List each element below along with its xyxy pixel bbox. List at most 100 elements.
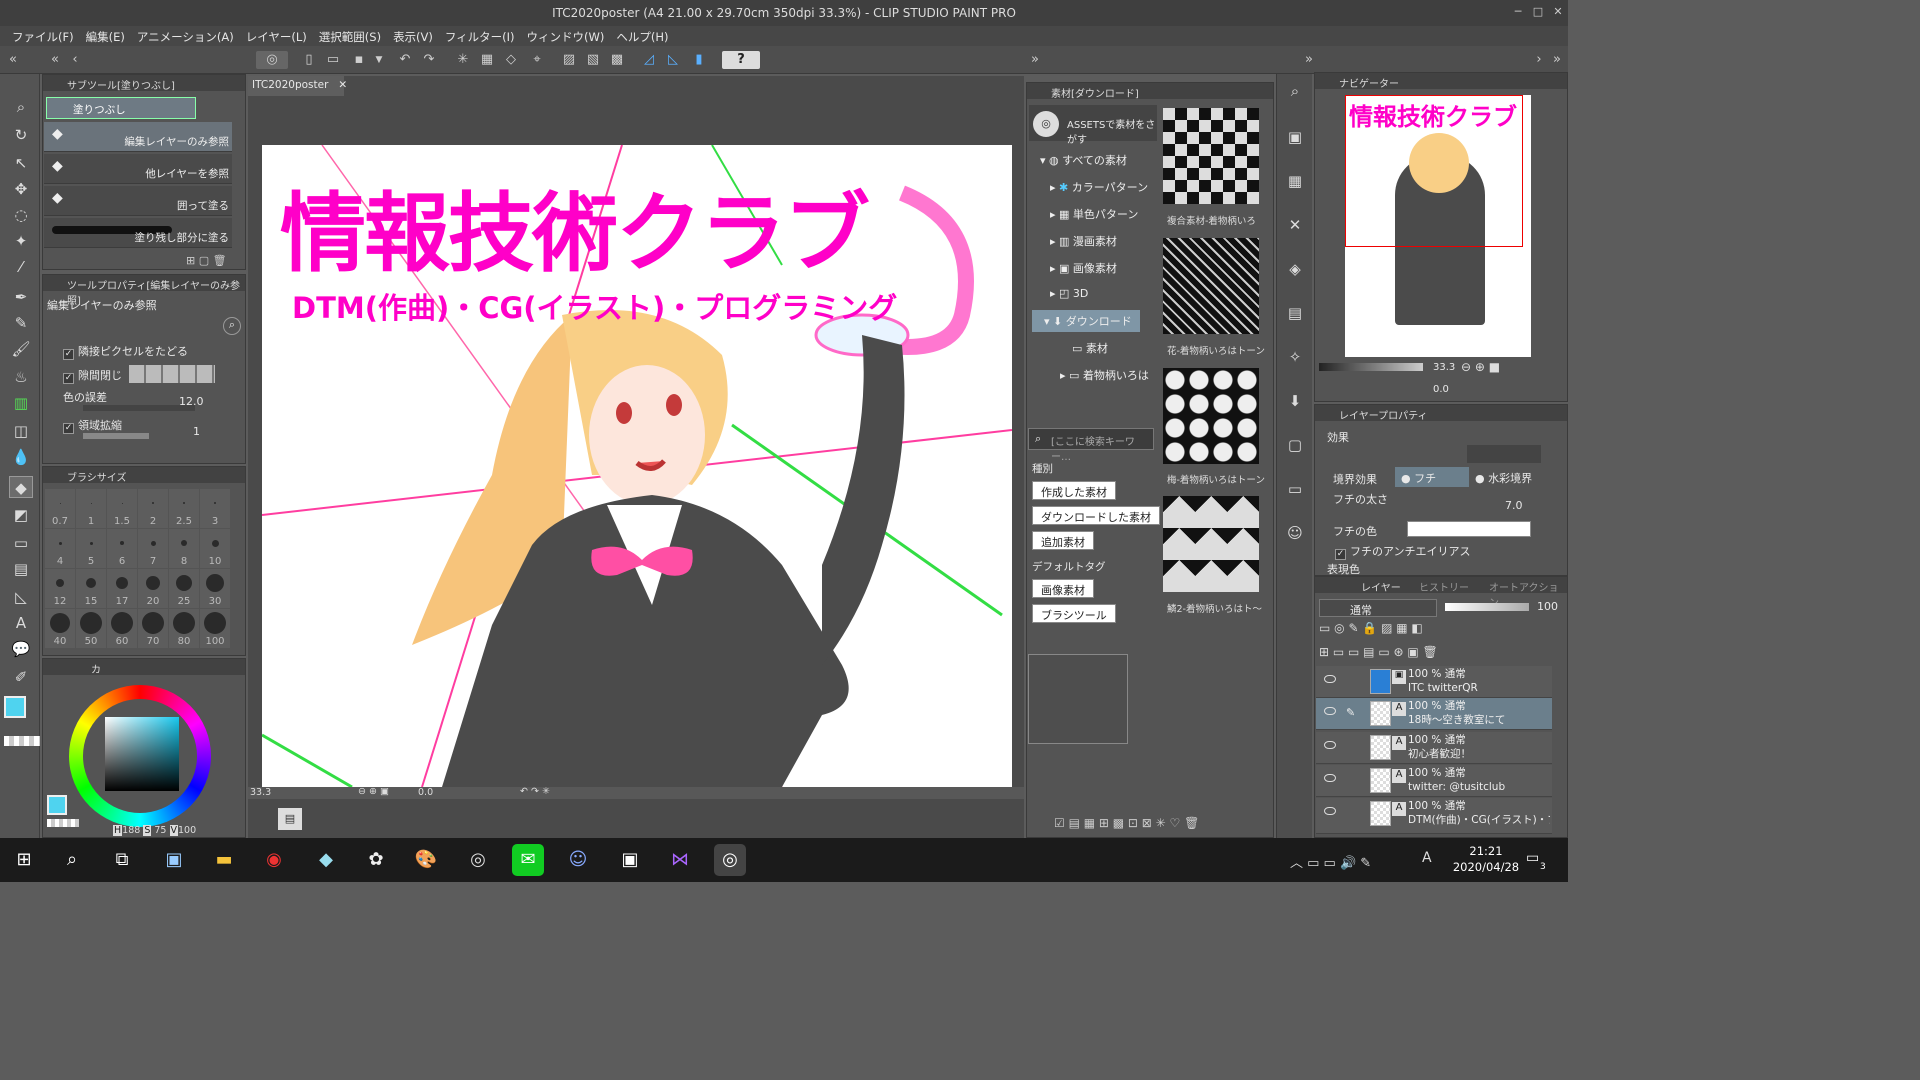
brush-size-cell[interactable]: 6 (107, 529, 137, 568)
layer-icon[interactable]: ◈ (1283, 258, 1307, 280)
brush-size-cell[interactable]: 100 (200, 609, 230, 648)
menu-file[interactable]: ファイル(F) (6, 26, 80, 46)
nav-zoom-buttons[interactable]: ⊖ ⊕ ■ (1461, 360, 1500, 374)
brush-size-cell[interactable]: 1 (76, 489, 106, 528)
collapse-left-icon[interactable]: « (4, 51, 22, 69)
eye-icon[interactable] (1324, 707, 1336, 715)
gap-size-selector[interactable] (129, 365, 215, 383)
navigator-preview[interactable]: 情報技術クラブ (1345, 95, 1531, 357)
new-file-icon[interactable]: ▯ (300, 51, 318, 69)
gap-close-option[interactable]: ✓ 隙間閉じ (63, 367, 122, 384)
menu-window[interactable]: ウィンドウ(W) (521, 26, 611, 46)
film-icon[interactable]: ▤ (278, 808, 302, 830)
expand-value[interactable]: 1 (193, 425, 200, 438)
eye-icon[interactable] (1324, 774, 1336, 782)
tolerance-value[interactable]: 12.0 (179, 395, 204, 408)
chevron-right-icon[interactable]: › (1530, 51, 1548, 69)
subtool-item-enclose[interactable]: ◆ 囲って塗る (44, 186, 232, 216)
search-icon[interactable]: ⌕ (1283, 80, 1307, 102)
deselect-icon[interactable]: ▨ (560, 51, 578, 69)
tag-brush-tool[interactable]: ブラシツール (1032, 604, 1116, 623)
material-thumb-4[interactable] (1163, 496, 1259, 592)
material-view-icons[interactable]: ☑ ▤ ▦ ⊞ ▩ ⊡ ⊠ ✳ ♡ 🗑 (1054, 816, 1199, 830)
close-button[interactable]: ✕ (1548, 3, 1568, 21)
maximize-button[interactable]: □ (1528, 3, 1548, 21)
expand-right-icon-2[interactable]: » (1300, 51, 1318, 69)
notification-icon[interactable]: ▭ (1526, 850, 1539, 866)
tag-added[interactable]: 追加素材 (1032, 531, 1094, 550)
brush-size-cell[interactable]: 70 (138, 609, 168, 648)
blend-mode-select[interactable]: 通常 (1319, 599, 1437, 617)
eye-icon[interactable] (1324, 675, 1336, 683)
airbrush-tool-icon[interactable]: ♨ (9, 366, 33, 388)
tree-color-pattern[interactable]: ▸ ✱ カラーパターン (1050, 179, 1148, 195)
layer-option-icons[interactable]: ▭ ◎ ✎ 🔒 ▨ ▦ ◧ (1319, 621, 1423, 635)
tray-icons[interactable]: ︿ ▭ ▭ 🔊 ✎ (1290, 852, 1371, 871)
ruler-tool-icon[interactable]: ◺ (9, 586, 33, 608)
material-icon[interactable]: ▢ (1283, 434, 1307, 456)
eye-icon[interactable] (1324, 741, 1336, 749)
nav-zoom-value[interactable]: 33.3 (1433, 362, 1455, 373)
snap-ruler-icon[interactable]: ◿ (640, 51, 658, 69)
blend-tool-icon[interactable]: 💧 (9, 446, 33, 468)
material-thumb-1[interactable] (1163, 108, 1259, 204)
collapse-left-icon-2[interactable]: « (46, 51, 64, 69)
search-icon[interactable]: ⌕ (223, 317, 241, 335)
clock[interactable]: 21:21 2020/04/28 (1450, 844, 1522, 874)
expand-right-icon[interactable]: » (1026, 51, 1044, 69)
eraser-icon[interactable]: ◇ (502, 51, 520, 69)
antialias-option[interactable]: ✓ フチのアンチエイリアス (1335, 543, 1471, 560)
app-icon-2[interactable]: ◆ (310, 844, 342, 876)
object-tool-icon[interactable]: ↖ (9, 152, 33, 174)
magic-wand-icon[interactable]: ✦ (9, 230, 33, 252)
menu-view[interactable]: 表示(V) (387, 26, 439, 46)
brush-size-cell[interactable]: 25 (169, 569, 199, 608)
chrome-icon[interactable]: ◉ (258, 844, 290, 876)
discord-icon[interactable]: ☺ (562, 844, 594, 876)
subtool-item-unpainted[interactable]: 塗り残し部分に塗る (44, 218, 232, 248)
brush-size-cell[interactable]: 4 (45, 529, 75, 568)
chevron-down-icon[interactable]: ▼ (370, 51, 388, 69)
brush-size-cell[interactable]: 30 (200, 569, 230, 608)
tree-image[interactable]: ▸ ▣ 画像素材 (1050, 260, 1117, 276)
pen-tool-icon[interactable]: ✒ (9, 286, 33, 308)
brush-size-cell[interactable]: 12 (45, 569, 75, 608)
select-all-icon[interactable]: ▩ (608, 51, 626, 69)
search-icon[interactable]: ⌕ (56, 844, 88, 876)
person-icon[interactable]: ☺ (1283, 522, 1307, 544)
brush-size-cell[interactable]: 50 (76, 609, 106, 648)
tree-mono-pattern[interactable]: ▸ ▦ 単色パターン (1050, 206, 1138, 222)
text-tool-icon[interactable]: A (9, 612, 33, 634)
app-icon-1[interactable]: ▣ (158, 844, 190, 876)
frame-tool-icon[interactable]: ▤ (9, 558, 33, 580)
brush-size-cell[interactable]: 3 (200, 489, 230, 528)
material-thumb-3[interactable] (1163, 368, 1259, 464)
tree-3d[interactable]: ▸ ◰ 3D (1050, 287, 1088, 300)
brush-size-cell[interactable]: 2 (138, 489, 168, 528)
material-search-input[interactable]: ⌕ [ここに検索キーワー… (1028, 428, 1154, 463)
menu-selection[interactable]: 選択範囲(S) (313, 26, 387, 46)
undo-icon[interactable]: ↶ (396, 51, 414, 69)
layer-row[interactable]: A 100 % 通常 初心者歓迎！ (1316, 732, 1552, 764)
menu-animation[interactable]: アニメーション(A) (131, 26, 240, 46)
canvas-angle-value[interactable]: 0.0 (418, 787, 433, 798)
invert-selection-icon[interactable]: ▧ (584, 51, 602, 69)
brush-size-cell[interactable]: 10 (200, 529, 230, 568)
menu-edit[interactable]: 編集(E) (80, 26, 131, 46)
eyedropper-icon[interactable]: ⁄ (9, 256, 33, 278)
rotate-controls-icon[interactable]: ↶ ↷ ✳ (520, 786, 550, 797)
selection-tool-icon[interactable]: ◌ (9, 204, 33, 226)
snap-grid-icon[interactable]: ▮ (690, 51, 708, 69)
brush-tool-icon[interactable]: 🖌 (9, 338, 33, 360)
subtool-actions[interactable]: ⊞ ▢ 🗑 (186, 254, 227, 267)
open-file-icon[interactable]: ▭ (324, 51, 342, 69)
edge-radio[interactable]: ● フチ (1395, 467, 1469, 487)
expand-right-icon-3[interactable]: » (1548, 51, 1566, 69)
expand-slider[interactable] (83, 433, 149, 439)
color-tab[interactable]: カ (43, 659, 245, 676)
layer-row[interactable]: ✎ A 100 % 通常 18時～空き教室にて (1316, 698, 1552, 730)
line-icon[interactable]: ✉ (512, 844, 544, 876)
expand-option[interactable]: ✓ 領域拡縮 (63, 417, 122, 434)
opacity-slider[interactable] (1445, 603, 1529, 611)
nav-angle-value[interactable]: 0.0 (1433, 384, 1449, 395)
